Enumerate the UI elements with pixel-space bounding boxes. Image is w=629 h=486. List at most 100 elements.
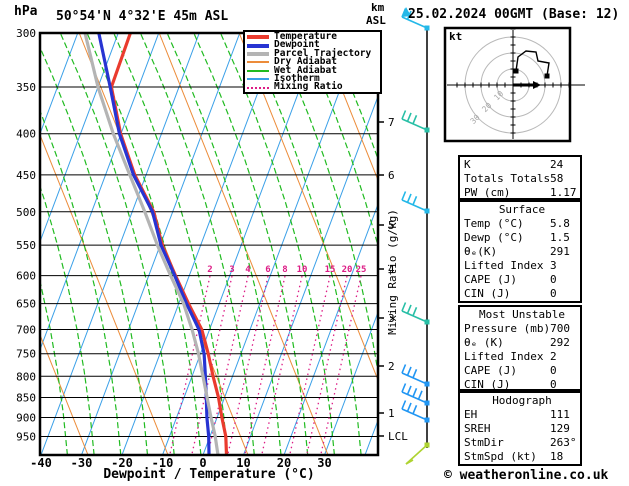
stat-value: 5.8 (550, 217, 570, 230)
stat-value: 24 (550, 158, 564, 171)
height-tick-label: 6 (388, 169, 395, 182)
stat-label: CIN (J) (464, 378, 511, 391)
stat-value: 0 (550, 378, 557, 391)
stat-row: StmDir 263° (464, 436, 580, 450)
stats-panel: K 24 Totals Totals 58 PW (cm) 1.17 (458, 155, 582, 200)
pressure-tick-label: 750 (16, 348, 36, 361)
stat-label: Lifted Index (464, 350, 544, 363)
stat-row: K 24 (464, 158, 580, 172)
stat-label: θₑ(K) (464, 245, 498, 258)
legend-item-label: Mixing Ratio (274, 81, 343, 93)
mixing-ratio-label: 25 (356, 265, 367, 275)
pressure-tick-label: 800 (16, 370, 36, 383)
wind-barb (405, 442, 430, 465)
stat-row: Lifted Index 3 (464, 259, 580, 273)
stat-value: 291 (550, 245, 570, 258)
stats-panel: Hodograph EH 111 SREH 129 StmDir 263° StmSpd (k… (458, 391, 582, 466)
pressure-unit-label: hPa (14, 4, 38, 19)
stat-row: θₑ (K) 292 (464, 336, 580, 350)
stat-row: StmSpd (kt) 18 (464, 450, 580, 464)
stat-label: Lifted Index (464, 259, 544, 272)
legend-swatch (247, 86, 269, 89)
mixing-ratio-label: 15 (325, 265, 336, 275)
stat-label: Pressure (mb) (464, 322, 551, 335)
legend-swatch (247, 51, 269, 56)
stat-row: CAPE (J) 0 (464, 273, 580, 287)
stat-row: SREH 129 (464, 422, 580, 436)
pressure-tick-label: 700 (16, 324, 36, 337)
stat-value: 700 (550, 322, 570, 335)
pressure-tick-label: 550 (16, 239, 36, 252)
pressure-tick-label: 450 (16, 169, 36, 182)
pressure-gridlines (41, 86, 377, 437)
pressure-tick-label: 500 (16, 206, 36, 219)
stat-row: CIN (J) 0 (464, 378, 580, 392)
stat-value: 18 (550, 450, 564, 463)
stat-value: 0 (550, 273, 557, 286)
legend-swatch (247, 69, 269, 72)
stats-panel-title: Most Unstable (478, 308, 566, 321)
km-unit-label: km (371, 1, 385, 14)
wind-barb (401, 191, 430, 214)
stat-row: Lifted Index 2 (464, 350, 580, 364)
temp-tick-label: 30 (317, 456, 331, 470)
stat-label: CAPE (J) (464, 364, 517, 377)
wind-barb-column (401, 7, 430, 465)
mixing-ratio-label: 20 (342, 265, 353, 275)
stat-row: PW (cm) 1.17 (464, 186, 580, 200)
stat-value: 263° (550, 436, 577, 449)
mixing-ratio-label: 2 (207, 265, 212, 275)
stat-row: Temp (°C) 5.8 (464, 217, 580, 231)
stat-label: θₑ (K) (464, 336, 504, 349)
dewpoint-curve (97, 34, 211, 454)
mixing-ratio-label: 10 (297, 265, 308, 275)
wind-barb (401, 302, 430, 325)
stat-value: 0 (550, 364, 557, 377)
stat-value: 58 (550, 172, 564, 185)
mixing-ratio-label: 3 (229, 265, 234, 275)
pressure-tick-label: 400 (16, 128, 36, 141)
stat-row: EH 111 (464, 408, 580, 422)
height-tick-label: LCL (388, 430, 408, 443)
sounding-app: 2 3 4 6 8 10 15 20 25 300 350 400 450 500 550 600 650 70… (0, 0, 629, 486)
copyright: © weatheronline.co.uk (444, 468, 609, 483)
stat-value: 2 (550, 350, 557, 363)
stat-label: PW (cm) (464, 186, 511, 199)
legend-swatch (247, 35, 269, 40)
stat-row: θₑ(K) 291 (464, 245, 580, 259)
stats-panel-title: Surface (498, 203, 546, 216)
height-tick-label: 1 (388, 407, 395, 420)
wind-barb (401, 364, 430, 387)
height-tick-label: 7 (388, 116, 395, 129)
stat-label: CIN (J) (464, 287, 511, 300)
stat-row: Dewp (°C) 1.5 (464, 231, 580, 245)
stat-value: 111 (550, 408, 570, 421)
legend: Temperature Dewpoint Parcel Trajectory Dry … (243, 30, 382, 94)
stat-value: 1.17 (550, 186, 577, 199)
stat-label: K (464, 158, 471, 171)
stat-value: 3 (550, 259, 557, 272)
station-title: 50°54'N 4°32'E 45m ASL (56, 9, 229, 24)
temp-tick-label: -40 (30, 456, 52, 470)
legend-swatch (247, 61, 269, 64)
pressure-tick-label: 950 (16, 430, 36, 443)
stat-row: CIN (J) 0 (464, 287, 580, 301)
wind-barb (401, 383, 430, 406)
stat-label: StmSpd (kt) (464, 450, 537, 463)
mixing-ratio-label: 8 (282, 265, 287, 275)
stat-label: SREH (464, 422, 491, 435)
stats-panel: Surface Temp (°C) 5.8 Dewp (°C) 1.5 θₑ(K) 291 L… (458, 200, 582, 303)
stat-value: 1.5 (550, 231, 570, 244)
asl-unit-label: ASL (366, 14, 386, 27)
mixing-ratio-label: 4 (245, 265, 251, 275)
x-axis-title: Dewpoint / Temperature (°C) (103, 467, 314, 482)
legend-item: Mixing Ratio (247, 81, 378, 93)
legend-swatch (247, 78, 269, 81)
skewt-chart: 2 3 4 6 8 10 15 20 25 300 350 400 450 500 550 600 650 70… (16, 7, 430, 482)
mixing-ratio-label: 6 (265, 265, 270, 275)
stat-label: CAPE (J) (464, 273, 517, 286)
pressure-tick-label: 900 (16, 412, 36, 425)
stat-value: 292 (550, 336, 570, 349)
stat-label: Temp (°C) (464, 217, 524, 230)
stat-row: CAPE (J) 0 (464, 364, 580, 378)
